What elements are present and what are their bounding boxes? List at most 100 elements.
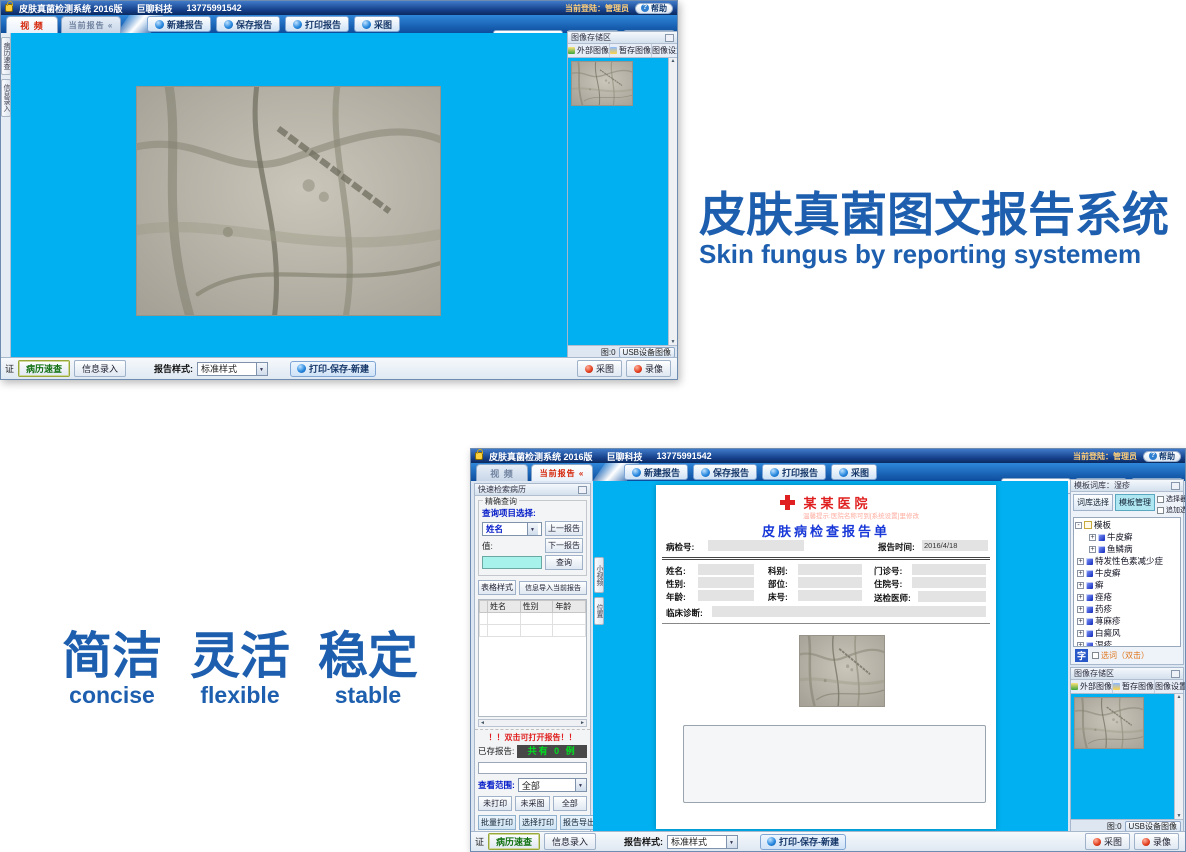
info-entry-button[interactable]: 信息录入 (544, 833, 596, 850)
library-select-button[interactable]: 词库选择 (1073, 494, 1113, 511)
print-report-button[interactable]: 打印报告 (762, 464, 826, 480)
tab-video[interactable]: 视 频 (6, 16, 58, 33)
tree-item[interactable]: 白癜风 (1075, 627, 1179, 639)
save-report-button[interactable]: 保存报告 (693, 464, 757, 480)
help-button[interactable]: 帮助 (1143, 451, 1181, 462)
template-manage-button[interactable]: 模板管理 (1115, 494, 1155, 511)
pick-word-checkbox[interactable]: 选词（双击） (1092, 650, 1149, 661)
side-tab-mini-video[interactable]: 小视频 (594, 557, 604, 593)
expand-icon[interactable] (1089, 534, 1096, 541)
tree-item[interactable]: 牛皮癣 (1075, 531, 1179, 543)
save-report-button[interactable]: 保存报告 (216, 16, 280, 32)
print-report-button[interactable]: 打印报告 (285, 16, 349, 32)
filter-unprinted-button[interactable]: 未打印 (478, 796, 512, 811)
append-insert-checkbox[interactable]: 追加选入 (1157, 505, 1186, 515)
help-button[interactable]: 帮助 (635, 3, 673, 14)
filter-uncaptured-button[interactable]: 未采图 (515, 796, 549, 811)
tree-item[interactable]: 癣 (1075, 579, 1179, 591)
capture-button[interactable]: 采图 (354, 16, 400, 32)
tree-item[interactable]: 痤疮 (1075, 591, 1179, 603)
horizontal-scrollbar[interactable] (478, 719, 587, 727)
report-style-select[interactable]: 标准样式 (197, 362, 268, 376)
tree-item[interactable]: 特发性色素减少症 (1075, 555, 1179, 567)
print-save-new-button[interactable]: 打印-保存-新建 (760, 834, 846, 850)
query-field-select[interactable]: 姓名 (482, 522, 542, 536)
new-report-button[interactable]: 新建报告 (147, 16, 211, 32)
panel-collapse-icon[interactable] (665, 34, 674, 42)
report-embedded-image[interactable] (799, 635, 885, 707)
panel-collapse-icon[interactable] (1171, 670, 1180, 678)
temp-image-button[interactable]: 暂存图像 (1113, 680, 1155, 693)
record-video-button[interactable]: 录像 (1134, 833, 1179, 850)
expand-icon[interactable] (1077, 630, 1084, 637)
filter-all-button[interactable]: 全部 (553, 796, 587, 811)
collapse-icon[interactable] (1075, 522, 1082, 529)
tree-root[interactable]: 模板 (1075, 519, 1179, 531)
table-row[interactable] (480, 625, 586, 637)
quick-case-search-button[interactable]: 病历速查 (18, 360, 70, 377)
next-report-button[interactable]: 下一报告 (545, 538, 583, 553)
side-tab-info-entry[interactable]: 信息录入 (1, 79, 11, 117)
new-report-button[interactable]: 新建报告 (624, 464, 688, 480)
report-field-box[interactable] (708, 540, 804, 551)
image-settings-button[interactable]: 图像设置 (1155, 680, 1186, 693)
batch-print-button[interactable]: 批量打印 (478, 815, 516, 830)
print-save-new-button[interactable]: 打印-保存-新建 (290, 361, 376, 377)
tree-item[interactable]: 药疹 (1075, 603, 1179, 615)
dropdown-arrow-icon[interactable] (527, 523, 538, 535)
query-value-input[interactable] (482, 556, 542, 569)
capture-image-button[interactable]: 采图 (577, 360, 622, 377)
report-field-box[interactable] (798, 564, 862, 575)
report-field-box[interactable] (912, 577, 986, 588)
dropdown-arrow-icon[interactable] (726, 836, 737, 848)
char-insert-button[interactable]: 字 (1075, 649, 1088, 662)
panel-collapse-icon[interactable] (578, 486, 587, 494)
image-settings-button[interactable]: 图像设置 (652, 44, 678, 57)
report-field-box[interactable] (912, 564, 986, 575)
stored-image-thumbnail[interactable] (1074, 697, 1144, 749)
usb-device-image-button[interactable]: USB设备图像 (619, 347, 675, 358)
external-image-button[interactable]: 外部图像 (1071, 680, 1113, 693)
tab-current-report[interactable]: 当前报告 « (61, 16, 121, 33)
capture-image-button[interactable]: 采图 (1085, 833, 1130, 850)
quick-case-search-button[interactable]: 病历速查 (488, 833, 540, 850)
scrollbar[interactable] (668, 58, 677, 345)
report-field-box[interactable] (698, 590, 754, 601)
table-style-button[interactable]: 表格样式 (478, 580, 516, 595)
view-scope-select[interactable]: 全部 (518, 778, 587, 792)
info-entry-button[interactable]: 信息录入 (74, 360, 126, 377)
scrollbar[interactable] (1174, 694, 1183, 819)
report-field-box[interactable] (918, 591, 986, 602)
usb-device-image-button[interactable]: USB设备图像 (1125, 821, 1181, 832)
import-to-report-button[interactable]: 信息导入当前报告 (519, 581, 587, 595)
tab-current-report[interactable]: 当前报告 « (531, 464, 593, 481)
report-style-select[interactable]: 标准样式 (667, 835, 738, 849)
report-field-box[interactable] (698, 564, 754, 575)
report-field-box[interactable] (798, 590, 862, 601)
report-time-box[interactable]: 2016/4/18 (922, 540, 988, 551)
report-field-box[interactable] (712, 606, 986, 617)
report-field-box[interactable] (798, 577, 862, 588)
saved-report-input[interactable] (478, 762, 587, 774)
side-tab-position[interactable]: 位置 (594, 597, 604, 625)
expand-icon[interactable] (1077, 606, 1084, 613)
expand-icon[interactable] (1077, 582, 1084, 589)
tree-item[interactable]: 荨麻疹 (1075, 615, 1179, 627)
temp-image-button[interactable]: 暂存图像 (610, 44, 652, 57)
expand-icon[interactable] (1077, 570, 1084, 577)
dropdown-arrow-icon[interactable] (575, 779, 586, 791)
tree-item[interactable]: 牛皮癣 (1075, 567, 1179, 579)
record-video-button[interactable]: 录像 (626, 360, 671, 377)
expand-icon[interactable] (1089, 546, 1096, 553)
select-print-button[interactable]: 选择打印 (519, 815, 557, 830)
table-row[interactable] (480, 613, 586, 625)
tab-video[interactable]: 视 频 (476, 464, 528, 481)
tree-item[interactable]: 鱼鳞病 (1075, 543, 1179, 555)
capture-button[interactable]: 采图 (831, 464, 877, 480)
prev-report-button[interactable]: 上一报告 (545, 521, 583, 536)
expand-icon[interactable] (1077, 618, 1084, 625)
tree-item[interactable]: 湿疹 (1075, 639, 1179, 647)
stored-image-thumbnail[interactable] (571, 61, 633, 106)
external-image-button[interactable]: 外部图像 (568, 44, 610, 57)
report-field-box[interactable] (698, 577, 754, 588)
